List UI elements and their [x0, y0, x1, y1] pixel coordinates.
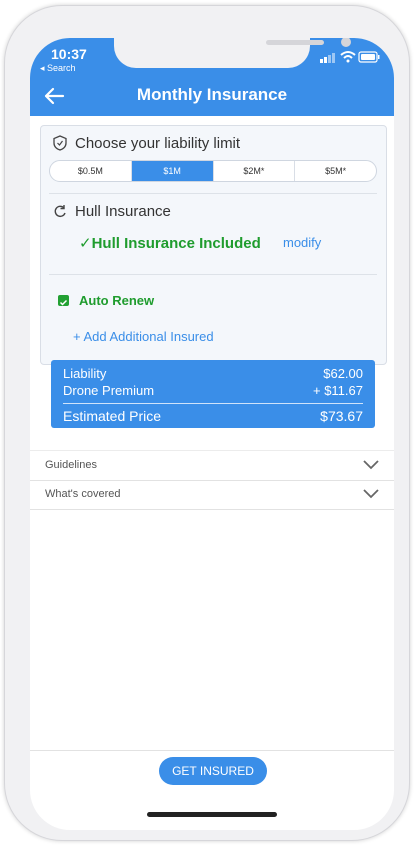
price-summary: Liability $62.00 Drone Premium + $11.67 … [51, 360, 375, 428]
liability-limit-selector[interactable]: $0.5M $1M $2M* $5M* [49, 160, 377, 182]
footer-divider [30, 750, 394, 751]
home-indicator [147, 812, 277, 817]
limit-option-1m[interactable]: $1M [130, 161, 213, 181]
camera [341, 38, 351, 47]
speaker [266, 40, 324, 45]
drone-premium-value: + $11.67 [312, 383, 363, 398]
estimated-price-row: Estimated Price $73.67 [63, 408, 363, 424]
coverage-card: Choose your liability limit $0.5M $1M $2… [40, 125, 387, 365]
limit-option-5m[interactable]: $5M* [294, 161, 376, 181]
auto-renew-checkbox[interactable] [58, 295, 69, 306]
add-additional-insured-link[interactable]: + Add Additional Insured [73, 329, 214, 344]
get-insured-button[interactable]: GET INSURED [159, 757, 267, 785]
status-time: 10:37 [51, 46, 87, 62]
phone-frame: 10:37 ◂ Search Monthly Insurance Choose … [4, 5, 410, 841]
whats-covered-label: What's covered [45, 488, 121, 500]
top-bar: 10:37 ◂ Search Monthly Insurance [30, 38, 394, 116]
refresh-icon [54, 205, 66, 218]
chevron-down-icon [363, 460, 379, 470]
back-to-search-link[interactable]: ◂ Search [40, 63, 76, 74]
notch [114, 38, 351, 68]
drone-premium-row: Drone Premium + $11.67 [63, 383, 363, 398]
limit-option-2m[interactable]: $2M* [212, 161, 295, 181]
divider [49, 274, 377, 275]
drone-premium-label: Drone Premium [63, 383, 155, 398]
chevron-down-icon [363, 489, 379, 499]
whats-covered-accordion[interactable]: What's covered [30, 480, 394, 510]
wifi-icon [340, 51, 356, 63]
price-divider [63, 403, 363, 404]
shield-icon [53, 135, 67, 151]
status-icons [320, 51, 380, 63]
modify-link[interactable]: modify [283, 235, 321, 250]
estimated-price-value: $73.67 [320, 408, 363, 424]
liability-label: Liability [63, 366, 107, 381]
liability-title: Choose your liability limit [75, 135, 241, 152]
divider [49, 193, 377, 194]
page-title: Monthly Insurance [136, 85, 288, 104]
liability-row: Liability $62.00 [63, 366, 363, 381]
auto-renew-label[interactable]: Auto Renew [79, 293, 154, 308]
checkmark-icon [59, 299, 68, 306]
hull-title: Hull Insurance [75, 203, 171, 220]
guidelines-label: Guidelines [45, 459, 97, 471]
back-arrow-icon[interactable] [43, 85, 65, 107]
battery-icon [358, 51, 380, 63]
estimated-price-label: Estimated Price [63, 408, 162, 424]
liability-value: $62.00 [323, 366, 363, 381]
hull-included-status: ✓Hull Insurance Included [79, 235, 261, 252]
signal-icon [320, 53, 335, 63]
guidelines-accordion[interactable]: Guidelines [30, 450, 394, 481]
limit-option-0-5m[interactable]: $0.5M [50, 161, 131, 181]
screen: 10:37 ◂ Search Monthly Insurance Choose … [30, 38, 394, 830]
